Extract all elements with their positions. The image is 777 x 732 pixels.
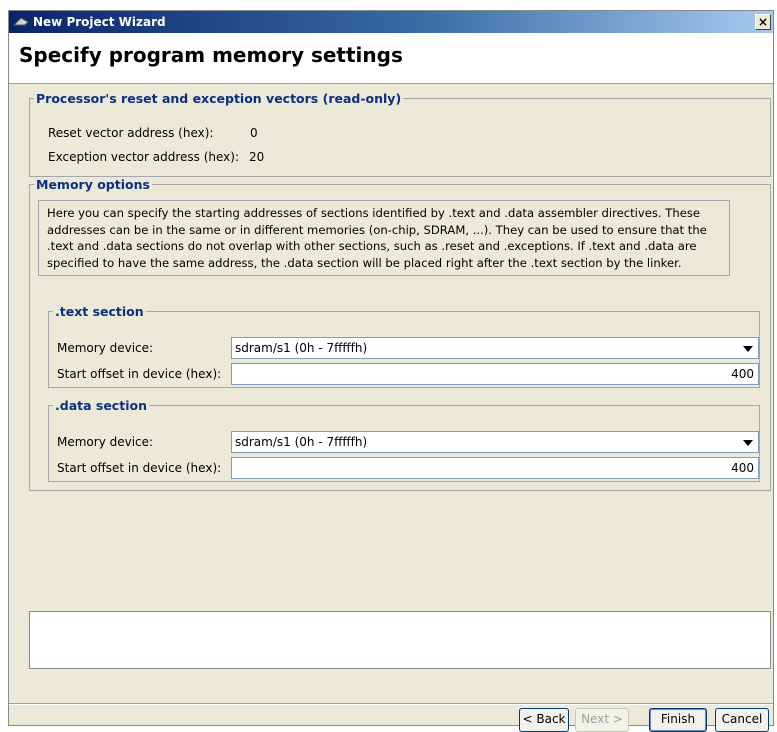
reset-vector-label: Reset vector address (hex): [48,126,214,140]
text-section-group: .text section Memory device: sdram/s1 (0… [48,304,760,388]
page-title: Specify program memory settings [19,43,403,67]
memory-options-group: Memory options Here you can specify the … [29,177,771,491]
cancel-button[interactable]: Cancel [715,708,769,732]
exception-vector-value: 20 [249,150,265,164]
memory-options-legend: Memory options [36,177,150,192]
chevron-down-icon [743,440,753,446]
back-button[interactable]: < Back [519,708,569,732]
next-button[interactable]: Next > [575,708,629,732]
data-offset-label: Start offset in device (hex): [57,461,222,475]
text-memory-device-select[interactable]: sdram/s1 (0h - 7fffffh) [231,337,759,359]
close-icon: × [757,15,769,29]
message-area [29,611,771,669]
reset-vector-value: 0 [250,126,258,140]
title-bar[interactable]: New Project Wizard × [9,11,773,33]
vectors-legend: Processor's reset and exception vectors … [36,91,402,106]
data-section-legend: .data section [55,398,147,413]
vectors-group: Processor's reset and exception vectors … [29,91,771,177]
text-memory-device-value: sdram/s1 (0h - 7fffffh) [235,341,368,355]
wizard-hat-icon [13,17,29,26]
close-button[interactable]: × [755,14,771,30]
exception-vector-label: Exception vector address (hex): [48,150,239,164]
data-memory-device-value: sdram/s1 (0h - 7fffffh) [235,435,368,449]
text-memory-device-label: Memory device: [57,341,154,355]
text-offset-input[interactable]: 400 [231,363,759,385]
window-title: New Project Wizard [33,15,166,29]
button-separator [9,703,773,705]
wizard-header: Specify program memory settings [9,33,773,84]
data-offset-input[interactable]: 400 [231,457,759,479]
memory-description: Here you can specify the starting addres… [38,200,730,276]
text-offset-label: Start offset in device (hex): [57,367,222,381]
finish-button[interactable]: Finish [649,708,707,732]
data-memory-device-select[interactable]: sdram/s1 (0h - 7fffffh) [231,431,759,453]
chevron-down-icon [743,346,753,352]
text-section-legend: .text section [55,304,144,319]
data-memory-device-label: Memory device: [57,435,154,449]
data-section-group: .data section Memory device: sdram/s1 (0… [48,398,760,482]
wizard-window: New Project Wizard × Specify program mem… [8,10,774,732]
